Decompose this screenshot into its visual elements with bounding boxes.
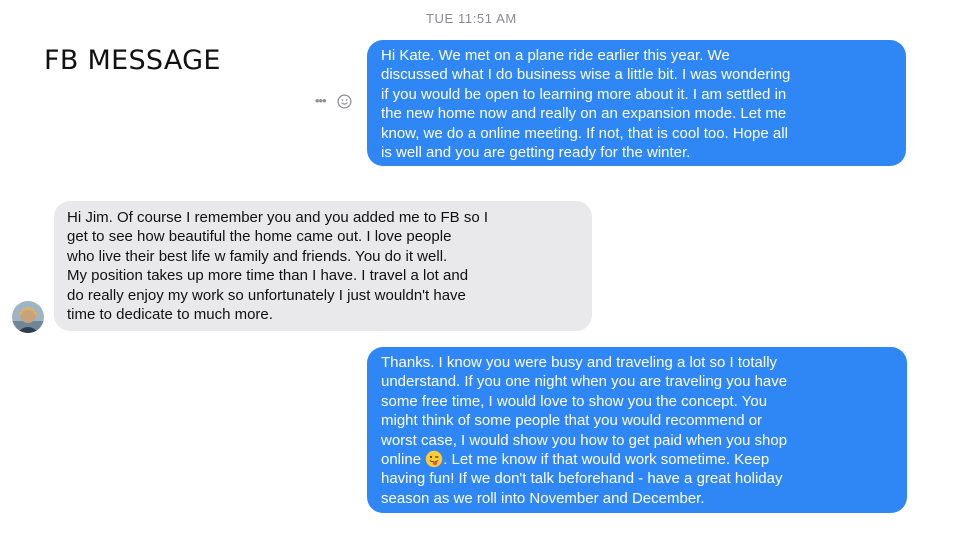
message-bubble-outgoing[interactable]: Hi Kate. We met on a plane ride earlier … — [367, 40, 906, 166]
slide: FB MESSAGE TUE 11:51 AM ••• Hi Kate. We … — [0, 0, 960, 540]
message-bubble-incoming[interactable]: Hi Jim. Of course I remember you and you… — [54, 201, 592, 331]
message-bubble-outgoing[interactable]: Thanks. I know you were busy and traveli… — [367, 347, 907, 513]
contact-avatar[interactable] — [12, 301, 44, 333]
more-options-icon[interactable]: ••• — [315, 93, 331, 109]
winking-tongue-emoji-icon — [426, 450, 443, 468]
message-timestamp: TUE 11:51 AM — [426, 11, 517, 26]
slide-title: FB MESSAGE — [44, 45, 221, 76]
emoji-react-icon[interactable] — [337, 94, 352, 109]
